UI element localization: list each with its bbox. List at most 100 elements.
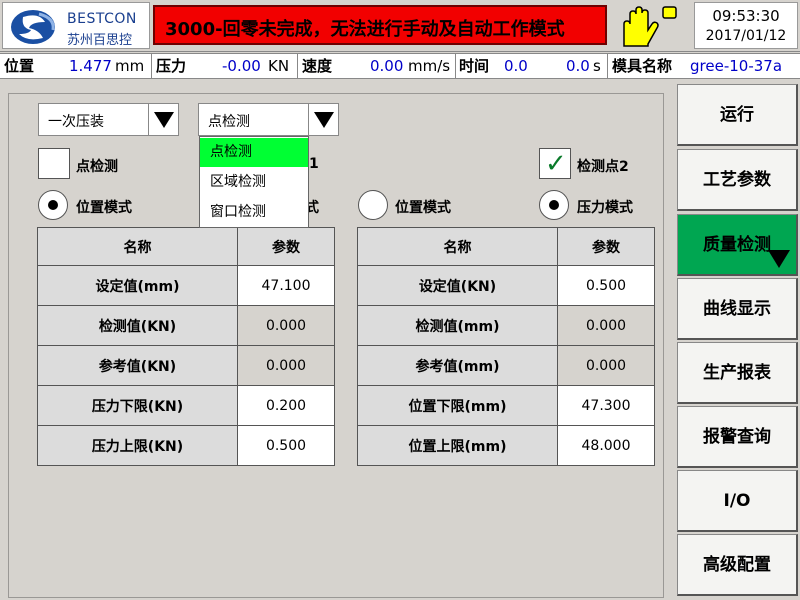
table-row: 参考值(mm) 0.000 [357,345,655,386]
stop-hand-indicator[interactable] [614,2,694,49]
left-position-mode-radio[interactable] [38,190,68,220]
row-name: 参考值(KN) [37,345,238,386]
clock-time: 09:53:30 [712,7,780,25]
detect-type-select[interactable]: 点检测 [198,103,339,136]
dropdown-option-region[interactable]: 区域检测 [200,168,308,197]
speed-value: 0.00 [370,57,404,75]
table-row: 设定值(mm) 47.100 [37,265,335,306]
row-value-input[interactable]: 0.500 [557,265,655,306]
chevron-down-icon[interactable] [308,104,338,135]
mold-label: 模具名称 [612,57,673,75]
menu-run-button[interactable]: 运行 [677,84,798,146]
pressure-mode-radio[interactable] [539,190,569,220]
left-param-table: 名称 参数 设定值(mm) 47.100 检测值(KN) 0.000 参考值(K… [37,227,335,466]
alarm-text: 3000-回零未完成，无法进行手动及自动工作模式 [165,19,565,40]
menu-alarm-query-button[interactable]: 报警查询 [677,406,798,468]
side-menu: 运行 工艺参数 质量检测 曲线显示 生产报表 报警查询 I/O 高级配置 [677,82,799,600]
status-divider [607,54,608,79]
row-value-input[interactable]: 47.300 [557,385,655,426]
menu-io-button[interactable]: I/O [677,470,798,532]
row-name: 设定值(KN) [357,265,558,306]
menu-quality-check-label: 质量检测 [703,235,771,255]
row-value-input[interactable]: 0.500 [237,425,335,466]
brand-name: BESTCON [67,11,137,27]
hmi-screen: BESTCON 苏州百思控 3000-回零未完成，无法进行手动及自动工作模式 0… [0,0,800,600]
row-name: 位置上限(mm) [357,425,558,466]
time-unit: s [593,57,601,75]
column-header-param: 参数 [557,227,655,266]
row-name: 检测值(KN) [37,305,238,346]
table-row: 压力下限(KN) 0.200 [37,385,335,426]
press-mode-select[interactable]: 一次压装 [38,103,179,136]
row-value: 0.000 [237,305,335,346]
status-divider [297,54,298,79]
row-name: 参考值(mm) [357,345,558,386]
row-value-input[interactable]: 48.000 [557,425,655,466]
pressure-mode-label: 压力模式 [577,200,633,216]
pressure-value: -0.00 [222,57,261,75]
clock-date: 2017/01/12 [705,28,787,44]
table-row: 设定值(KN) 0.500 [357,265,655,306]
column-header-name: 名称 [37,227,238,266]
bestcon-logo-icon [11,10,55,44]
speed-label: 速度 [302,57,333,75]
row-value: 0.000 [237,345,335,386]
status-divider [455,54,456,79]
status-divider [151,54,152,79]
dropdown-option-point[interactable]: 点检测 [200,138,308,167]
menu-production-report-button[interactable]: 生产报表 [677,342,798,404]
table-row: 参考值(KN) 0.000 [37,345,335,386]
row-value-input[interactable]: 0.200 [237,385,335,426]
table-header-row: 名称 参数 [37,227,335,266]
radio-dot-icon [549,200,559,210]
menu-process-params-button[interactable]: 工艺参数 [677,149,798,211]
table-row: 检测值(KN) 0.000 [37,305,335,346]
checkpoint-label-fragment: 1 [309,156,319,172]
row-name: 压力上限(KN) [37,425,238,466]
chevron-down-icon[interactable] [148,104,178,135]
position-label: 位置 [4,57,35,75]
row-name: 检测值(mm) [357,305,558,346]
menu-advanced-config-button[interactable]: 高级配置 [677,534,798,596]
table-row: 位置下限(mm) 47.300 [357,385,655,426]
dropdown-option-window[interactable]: 窗口检测 [200,198,308,227]
detect-type-value: 点检测 [208,114,250,130]
row-value: 0.000 [557,305,655,346]
time-value-1: 0.0 [504,57,528,75]
column-header-param: 参数 [237,227,335,266]
left-position-mode-label: 位置模式 [76,200,132,216]
checkmark-icon: ✓ [545,149,567,179]
right-position-mode-radio[interactable] [358,190,388,220]
company-logo: BESTCON 苏州百思控 [2,2,150,49]
position-value: 1.477 [69,57,112,75]
detect-type-dropdown-list: 点检测 区域检测 窗口检测 [199,136,309,228]
position-unit: mm [115,57,145,75]
table-row: 检测值(mm) 0.000 [357,305,655,346]
point-detect-label: 点检测 [76,159,118,175]
table-row: 位置上限(mm) 48.000 [357,425,655,466]
pressure-unit: KN [268,57,290,75]
right-position-mode-label: 位置模式 [395,200,451,216]
alarm-banner[interactable]: 3000-回零未完成，无法进行手动及自动工作模式 [153,5,607,45]
mold-value: gree-10-37a [690,57,783,75]
row-value-input[interactable]: 47.100 [237,265,335,306]
press-mode-value: 一次压装 [48,114,104,130]
speed-unit: mm/s [408,57,451,75]
row-name: 位置下限(mm) [357,385,558,426]
time-value-2: 0.0 [566,57,590,75]
point-detect-checkbox[interactable] [38,148,70,179]
menu-curve-display-button[interactable]: 曲线显示 [677,278,798,340]
header-bar: BESTCON 苏州百思控 3000-回零未完成，无法进行手动及自动工作模式 0… [0,0,800,52]
time-label: 时间 [459,57,490,75]
row-name: 设定值(mm) [37,265,238,306]
radio-dot-icon [48,200,58,210]
table-row: 压力上限(KN) 0.500 [37,425,335,466]
right-param-table: 名称 参数 设定值(KN) 0.500 检测值(mm) 0.000 参考值(mm… [357,227,655,466]
row-name: 压力下限(KN) [37,385,238,426]
table-header-row: 名称 参数 [357,227,655,266]
status-bar: 位置 1.477 mm 压力 -0.00 KN 速度 0.00 mm/s 时间 … [0,53,800,79]
row-value: 0.000 [557,345,655,386]
caret-down-icon [768,250,790,268]
checkpoint2-checkbox[interactable]: ✓ [539,148,571,179]
menu-quality-check-button[interactable]: 质量检测 [677,214,798,276]
